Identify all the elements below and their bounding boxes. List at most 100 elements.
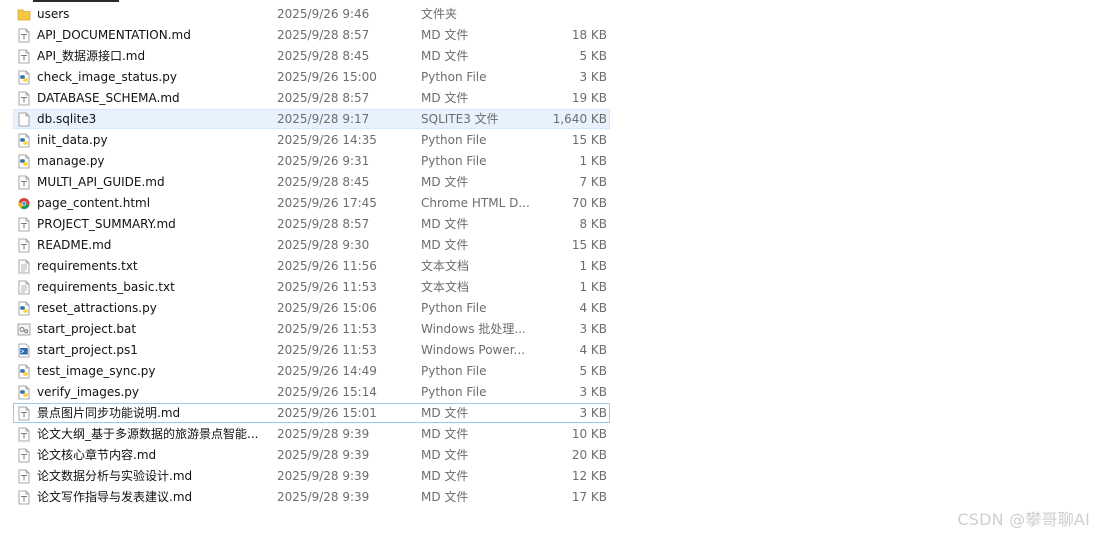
file-size: 1 KB	[579, 280, 607, 294]
file-name[interactable]: init_data.py	[37, 130, 267, 151]
md-file-icon	[17, 175, 31, 190]
file-icon-cell	[17, 67, 33, 88]
python-file-icon	[17, 70, 31, 85]
file-name[interactable]: requirements_basic.txt	[37, 277, 267, 298]
file-type: MD 文件	[421, 175, 469, 189]
file-date: 2025/9/28 8:57	[277, 28, 370, 42]
file-name[interactable]: manage.py	[37, 151, 267, 172]
file-row[interactable]: API_数据源接口.md 2025/9/28 8:45 MD 文件 5 KB	[0, 46, 620, 67]
file-size: 10 KB	[571, 427, 607, 441]
file-icon-cell	[17, 466, 33, 487]
file-type: MD 文件	[421, 427, 469, 441]
file-name[interactable]: API_数据源接口.md	[37, 46, 267, 67]
file-name[interactable]: 景点图片同步功能说明.md	[37, 403, 267, 424]
file-size: 1 KB	[579, 154, 607, 168]
file-type: MD 文件	[421, 469, 469, 483]
file-name[interactable]: start_project.ps1	[37, 340, 267, 361]
file-date: 2025/9/28 8:45	[277, 175, 370, 189]
file-type: MD 文件	[421, 217, 469, 231]
file-name[interactable]: page_content.html	[37, 193, 267, 214]
file-icon-cell	[17, 361, 33, 382]
file-name[interactable]: API_DOCUMENTATION.md	[37, 25, 267, 46]
file-size: 5 KB	[579, 49, 607, 63]
file-row[interactable]: start_project.bat 2025/9/26 11:53 Windows …	[0, 319, 620, 340]
file-row[interactable]: 论文核心章节内容.md 2025/9/28 9:39 MD 文件 20 KB	[0, 445, 620, 466]
file-row[interactable]: 景点图片同步功能说明.md 2025/9/26 15:01 MD 文件 3 KB	[0, 403, 620, 424]
file-name[interactable]: requirements.txt	[37, 256, 267, 277]
file-type: 文本文档	[421, 259, 470, 273]
file-icon-cell	[17, 319, 33, 340]
file-name[interactable]: PROJECT_SUMMARY.md	[37, 214, 267, 235]
file-date: 2025/9/28 9:17	[277, 112, 370, 126]
file-date: 2025/9/26 15:14	[277, 385, 377, 399]
file-row[interactable]: manage.py 2025/9/26 9:31 Python File 1 KB	[0, 151, 620, 172]
file-size: 3 KB	[579, 70, 607, 84]
file-icon-cell	[17, 424, 33, 445]
file-name[interactable]: 论文写作指导与发表建议.md	[37, 487, 267, 508]
file-date: 2025/9/28 8:45	[277, 49, 370, 63]
text-file-icon	[17, 259, 31, 274]
file-row[interactable]: users 2025/9/26 9:46 文件夹	[0, 4, 620, 25]
file-row[interactable]: PROJECT_SUMMARY.md 2025/9/28 8:57 MD 文件 8 K…	[0, 214, 620, 235]
file-row[interactable]: test_image_sync.py 2025/9/26 14:49 Python …	[0, 361, 620, 382]
file-row[interactable]: start_project.ps1 2025/9/26 11:53 Windows …	[0, 340, 620, 361]
file-name[interactable]: MULTI_API_GUIDE.md	[37, 172, 267, 193]
file-row[interactable]: verify_images.py 2025/9/26 15:14 Python Fi…	[0, 382, 620, 403]
file-name[interactable]: start_project.bat	[37, 319, 267, 340]
file-date: 2025/9/26 14:35	[277, 133, 377, 147]
file-icon-cell	[17, 151, 33, 172]
file-date: 2025/9/26 14:49	[277, 364, 377, 378]
file-row[interactable]: MULTI_API_GUIDE.md 2025/9/28 8:45 MD 文件 7 K…	[0, 172, 620, 193]
file-date: 2025/9/28 8:57	[277, 91, 370, 105]
file-row[interactable]: init_data.py 2025/9/26 14:35 Python File 15…	[0, 130, 620, 151]
file-row[interactable]: check_image_status.py 2025/9/26 15:00 Pyth…	[0, 67, 620, 88]
file-row[interactable]: 论文写作指导与发表建议.md 2025/9/28 9:39 MD 文件 17 KB	[0, 487, 620, 508]
file-name[interactable]: 论文大纲_基于多源数据的旅游景点智能...	[37, 424, 267, 445]
file-type: 文本文档	[421, 280, 470, 294]
file-size: 17 KB	[571, 490, 607, 504]
file-type: MD 文件	[421, 238, 469, 252]
file-size: 3 KB	[579, 385, 607, 399]
file-icon-cell	[17, 46, 33, 67]
file-name[interactable]: README.md	[37, 235, 267, 256]
file-icon-cell	[17, 277, 33, 298]
md-file-icon	[17, 217, 31, 232]
file-row[interactable]: API_DOCUMENTATION.md 2025/9/28 8:57 MD 文件 1…	[0, 25, 620, 46]
file-row[interactable]: DATABASE_SCHEMA.md 2025/9/28 8:57 MD 文件 19 …	[0, 88, 620, 109]
file-size: 3 KB	[579, 322, 607, 336]
file-row[interactable]: db.sqlite3 2025/9/28 9:17 SQLITE3 文件 1,640 …	[0, 109, 620, 130]
file-icon-cell	[17, 130, 33, 151]
file-name[interactable]: 论文核心章节内容.md	[37, 445, 267, 466]
chrome-html-icon	[17, 196, 31, 211]
file-date: 2025/9/26 11:53	[277, 280, 377, 294]
file-row[interactable]: README.md 2025/9/28 9:30 MD 文件 15 KB	[0, 235, 620, 256]
file-size: 4 KB	[579, 343, 607, 357]
file-type: Python File	[421, 70, 487, 84]
file-icon-cell	[17, 172, 33, 193]
file-name[interactable]: test_image_sync.py	[37, 361, 267, 382]
file-name[interactable]: db.sqlite3	[37, 109, 267, 130]
file-name[interactable]: verify_images.py	[37, 382, 267, 403]
file-name[interactable]: check_image_status.py	[37, 67, 267, 88]
file-icon-cell	[17, 403, 33, 424]
file-name[interactable]: reset_attractions.py	[37, 298, 267, 319]
file-row[interactable]: reset_attractions.py 2025/9/26 15:06 Pytho…	[0, 298, 620, 319]
file-type: MD 文件	[421, 406, 469, 420]
file-size: 4 KB	[579, 301, 607, 315]
file-row[interactable]: requirements.txt 2025/9/26 11:56 文本文档 1 KB	[0, 256, 620, 277]
file-row[interactable]: requirements_basic.txt 2025/9/26 11:53 文本文…	[0, 277, 620, 298]
file-date: 2025/9/28 8:57	[277, 217, 370, 231]
file-row[interactable]: page_content.html 2025/9/26 17:45 Chrome H…	[0, 193, 620, 214]
python-file-icon	[17, 385, 31, 400]
file-icon-cell	[17, 340, 33, 361]
file-date: 2025/9/26 9:46	[277, 7, 370, 21]
file-icon-cell	[17, 235, 33, 256]
file-row[interactable]: 论文数据分析与实验设计.md 2025/9/28 9:39 MD 文件 12 KB	[0, 466, 620, 487]
file-name[interactable]: 论文数据分析与实验设计.md	[37, 466, 267, 487]
file-size: 20 KB	[571, 448, 607, 462]
file-size: 70 KB	[571, 196, 607, 210]
file-name[interactable]: DATABASE_SCHEMA.md	[37, 88, 267, 109]
file-name[interactable]: users	[37, 4, 267, 25]
file-row[interactable]: 论文大纲_基于多源数据的旅游景点智能... 2025/9/28 9:39 MD 文件…	[0, 424, 620, 445]
file-date: 2025/9/26 15:00	[277, 70, 377, 84]
